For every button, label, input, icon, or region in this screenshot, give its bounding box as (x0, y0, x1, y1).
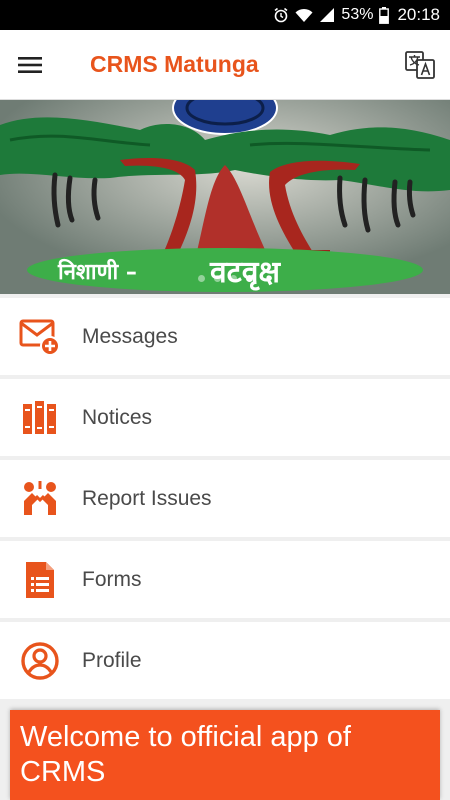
carousel-indicator (0, 275, 450, 282)
carousel-dot[interactable] (197, 275, 205, 282)
battery-icon (379, 6, 390, 24)
menu-item-report-issues[interactable]: Report Issues (0, 460, 450, 537)
notices-icon (0, 379, 80, 456)
report-issues-icon (0, 460, 80, 537)
app-bar: CRMS Matunga (0, 30, 450, 100)
carousel-dot-active[interactable] (245, 275, 253, 282)
app-title: CRMS Matunga (90, 51, 259, 77)
menu-label-forms: Forms (82, 567, 142, 591)
message-add-icon (0, 298, 80, 375)
profile-icon (0, 622, 80, 699)
translate-icon[interactable] (390, 30, 450, 100)
carousel-dot[interactable] (213, 275, 221, 282)
carousel-dot[interactable] (229, 275, 237, 282)
menu-label-profile: Profile (82, 648, 142, 672)
banner-caption-right: वटवृक्ष (209, 255, 281, 291)
hamburger-menu-icon[interactable] (0, 30, 60, 100)
menu-label-report-issues: Report Issues (82, 486, 212, 510)
menu-item-notices[interactable]: Notices (0, 379, 450, 456)
menu-item-forms[interactable]: Forms (0, 541, 450, 618)
banner-image: निशाणी – वटवृक्ष (0, 100, 450, 294)
status-bar: 53% 20:18 (0, 0, 450, 30)
wifi-icon (295, 7, 313, 23)
alarm-icon (273, 7, 289, 23)
menu-label-notices: Notices (82, 405, 153, 429)
menu-label-messages: Messages (82, 324, 178, 348)
clock: 20:18 (397, 5, 440, 24)
menu-item-messages[interactable]: Messages (0, 298, 450, 375)
menu-item-profile[interactable]: Profile (0, 622, 450, 699)
welcome-banner: Welcome to official app of CRMS (10, 710, 440, 800)
forms-icon (0, 541, 80, 618)
signal-icon (319, 7, 335, 23)
main-menu: Messages Notices Report Issues Forms Pro… (0, 298, 450, 703)
battery-percent: 53% (341, 6, 374, 23)
image-carousel[interactable]: निशाणी – वटवृक्ष (0, 100, 450, 294)
